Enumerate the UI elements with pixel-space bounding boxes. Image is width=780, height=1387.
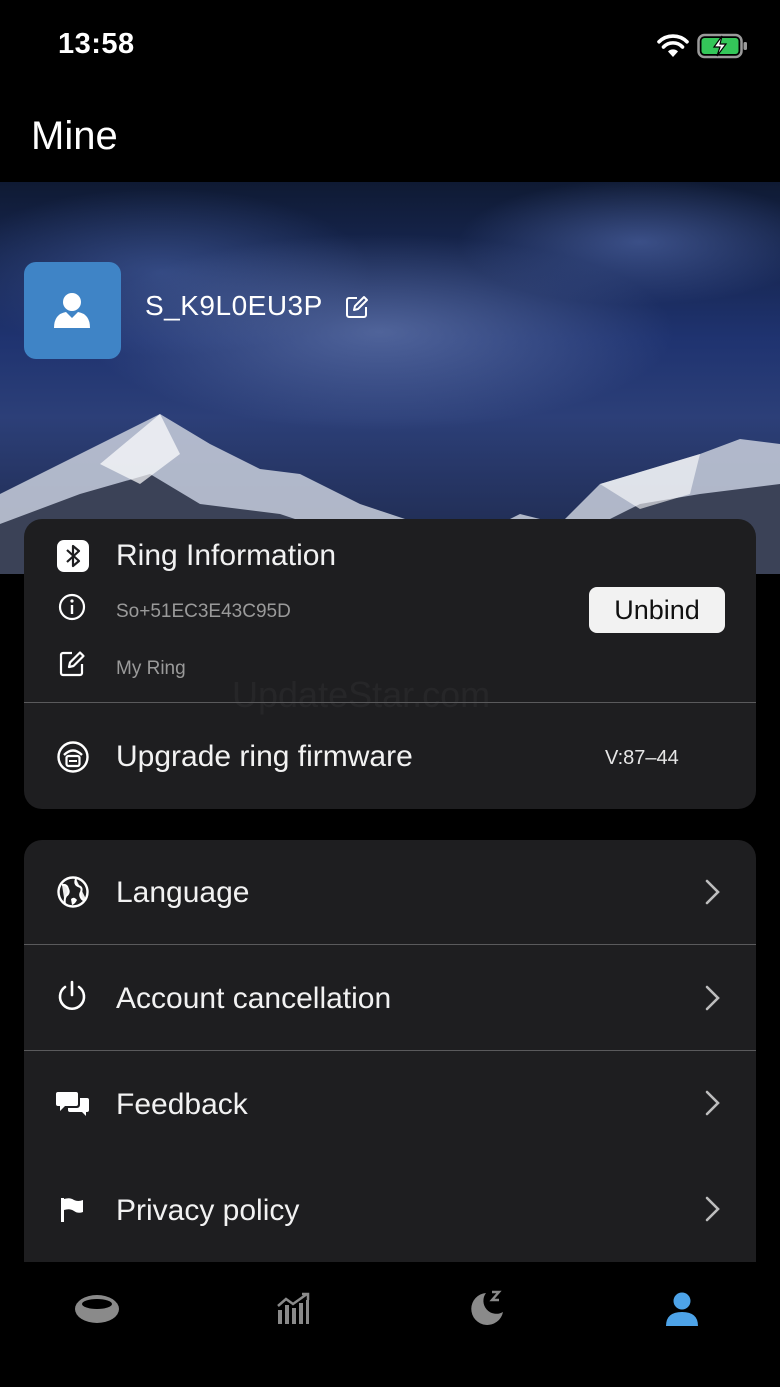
edit-icon[interactable] [58, 649, 86, 677]
ring-name[interactable]: My Ring [116, 658, 186, 680]
menu-item-language[interactable]: Language [24, 840, 756, 944]
tab-sleep[interactable] [442, 1284, 532, 1334]
status-time: 13:58 [58, 28, 135, 60]
menu-item-feedback[interactable]: Feedback [24, 1051, 756, 1156]
status-bar: 13:58 [0, 0, 780, 90]
ring-information-title: Ring Information [116, 539, 337, 572]
tab-statistics[interactable] [248, 1284, 338, 1334]
username: S_K9L0EU3P [145, 290, 323, 321]
menu-item-label: Privacy policy [116, 1194, 300, 1227]
wifi-icon [657, 34, 689, 57]
chevron-right-icon [705, 985, 720, 1011]
profile-icon [666, 1292, 698, 1326]
menu-item-privacy-policy[interactable]: Privacy policy [24, 1157, 756, 1262]
flag-icon [61, 1198, 83, 1222]
info-icon [58, 593, 86, 621]
profile-hero-background [0, 182, 780, 574]
firmware-upgrade-row[interactable]: Upgrade ring firmware V:87–44 [24, 703, 756, 809]
ring-id: So+51EC3E43C95D [116, 601, 291, 622]
edit-icon[interactable] [345, 295, 369, 319]
page-title: Mine [31, 114, 118, 158]
globe-icon [57, 876, 89, 908]
sleep-moon-icon [471, 1290, 503, 1325]
bottom-tab-bar [0, 1262, 780, 1387]
chevron-right-icon [705, 1196, 720, 1222]
unbind-button[interactable]: Unbind [589, 587, 725, 633]
firmware-icon [57, 741, 89, 773]
menu-item-label: Feedback [116, 1088, 248, 1121]
battery-charging-icon [697, 33, 747, 59]
stats-chart-icon [277, 1292, 310, 1324]
tab-profile[interactable] [637, 1284, 727, 1334]
firmware-upgrade-label: Upgrade ring firmware [116, 740, 413, 773]
avatar[interactable] [24, 262, 121, 359]
chat-bubbles-icon [56, 1092, 89, 1116]
ring-information-card: Ring Information So+51EC3E43C95D My Ring… [24, 519, 756, 809]
menu-item-label: Language [116, 876, 250, 909]
menu-item-account-cancellation[interactable]: Account cancellation [24, 945, 756, 1050]
menu-item-label: Account cancellation [116, 982, 392, 1015]
chevron-right-icon [705, 1090, 720, 1116]
settings-menu-card: Language Account cancellation Feedback P… [24, 840, 756, 1280]
power-icon [58, 980, 86, 1010]
ring-icon [75, 1295, 119, 1323]
tab-ring[interactable] [52, 1284, 142, 1334]
user-avatar-icon [54, 293, 90, 328]
chevron-right-icon [705, 879, 720, 905]
bluetooth-icon [57, 540, 89, 572]
firmware-version: V:87–44 [605, 747, 679, 769]
